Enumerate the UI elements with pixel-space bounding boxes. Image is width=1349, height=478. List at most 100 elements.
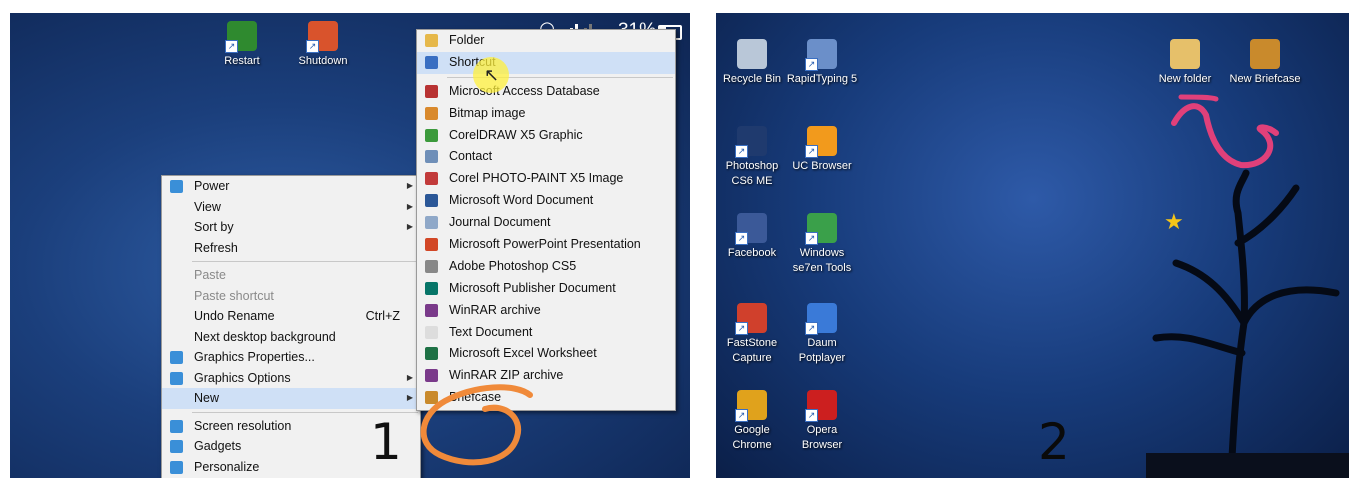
shortcut-icon xyxy=(425,55,438,69)
desktop-icon-faststone-capture[interactable]: ↗ FastStone Capture xyxy=(716,303,788,366)
new-submenu-item-microsoft-word-document[interactable]: Microsoft Word Document xyxy=(417,190,675,212)
text-icon xyxy=(425,325,438,339)
context-menu-item-refresh[interactable]: Refresh xyxy=(162,238,420,259)
context-menu-item-undo-rename[interactable]: Undo Rename Ctrl+Z xyxy=(162,306,420,327)
desktop-icon-label: Restart xyxy=(224,55,260,67)
new-submenu-item-microsoft-excel-worksheet[interactable]: Microsoft Excel Worksheet xyxy=(417,343,675,365)
facebook-icon: ↗ xyxy=(735,213,767,245)
menu-separator xyxy=(192,261,418,262)
recycle-bin-icon xyxy=(737,39,767,69)
publisher-icon xyxy=(425,281,438,295)
photopaint-icon xyxy=(425,172,438,186)
chrome-icon: ↗ xyxy=(735,390,767,422)
power-icon: ↗ xyxy=(306,21,338,53)
new-submenu-item-corel-photo-paint-x5-image[interactable]: Corel PHOTO-PAINT X5 Image xyxy=(417,168,675,190)
menu-item-label: Bitmap image xyxy=(449,105,526,120)
desktop-icon-label: Photoshop CS6 ME xyxy=(725,160,779,187)
desktop-icon-label: Recycle Bin xyxy=(722,73,782,85)
context-menu-item-view[interactable]: View ▶ xyxy=(162,197,420,218)
new-submenu-item-contact[interactable]: Contact xyxy=(417,146,675,168)
menu-item-label: View xyxy=(194,199,221,214)
photoshop-icon: ↗ xyxy=(735,126,767,158)
personalize-icon xyxy=(170,460,183,474)
desktop-icon-label: New Briefcase xyxy=(1229,73,1301,85)
desktop-icon-new-folder[interactable]: New folder xyxy=(1149,39,1221,87)
context-menu-item-graphics-options[interactable]: Graphics Options ▶ xyxy=(162,368,420,389)
opera-icon: ↗ xyxy=(805,390,837,422)
folder-icon xyxy=(425,34,438,47)
desktop-icon-opera-browser[interactable]: ↗ Opera Browser xyxy=(786,390,858,453)
new-submenu-item-coreldraw-x5-graphic[interactable]: CorelDRAW X5 Graphic xyxy=(417,125,675,147)
desktop-icon-google-chrome[interactable]: ↗ Google Chrome xyxy=(716,390,788,453)
desktop-icon-windows-se7en-tools[interactable]: ↗ Windows se7en Tools xyxy=(786,213,858,276)
context-menu-item-sort-by[interactable]: Sort by ▶ xyxy=(162,217,420,238)
context-menu-item-power[interactable]: Power ▶ xyxy=(162,176,420,197)
desktop-icon-label: Shutdown xyxy=(298,55,348,67)
new-submenu-item-microsoft-powerpoint-presentation[interactable]: Microsoft PowerPoint Presentation xyxy=(417,234,675,256)
menu-item-label: Corel PHOTO-PAINT X5 Image xyxy=(449,171,624,186)
desktop-icon-label: Daum Potplayer xyxy=(798,337,846,364)
menu-item-label: New xyxy=(194,391,220,405)
menu-item-label: Paste shortcut xyxy=(194,288,274,303)
star-icon: ★ xyxy=(1164,209,1184,234)
desktop-icon-label: New folder xyxy=(1158,73,1212,85)
desktop-icon-new-briefcase[interactable]: New Briefcase xyxy=(1229,39,1301,87)
desktop-icon-label: UC Browser xyxy=(792,160,852,172)
context-menu-item-graphics-properties[interactable]: Graphics Properties... xyxy=(162,347,420,368)
graphics-icon xyxy=(170,351,183,364)
desktop-icon-label: Google Chrome xyxy=(732,424,772,451)
shortcut-arrow-icon: ↗ xyxy=(735,322,748,335)
menu-item-label: Microsoft Word Document xyxy=(449,193,594,208)
graphics-icon xyxy=(170,371,183,385)
shortcut-arrow-icon: ↗ xyxy=(805,322,818,335)
menu-item-label: Microsoft Excel Worksheet xyxy=(449,346,597,361)
step-number: 2 xyxy=(1038,413,1070,471)
desktop-icon-facebook[interactable]: ↗ Facebook xyxy=(716,213,788,261)
new-submenu-item-folder[interactable]: Folder xyxy=(417,30,675,52)
menu-item-label: Refresh xyxy=(194,240,238,255)
journal-icon xyxy=(425,216,438,230)
briefcase-icon xyxy=(1250,39,1280,69)
potplayer-icon: ↗ xyxy=(805,303,837,335)
desktop-icon-recycle-bin[interactable]: Recycle Bin xyxy=(716,39,788,87)
new-submenu-item-journal-document[interactable]: Journal Document xyxy=(417,212,675,234)
desktop-icon-restart[interactable]: ↗ Restart xyxy=(206,21,278,69)
new-submenu-item-adobe-photoshop-cs5[interactable]: Adobe Photoshop CS5 xyxy=(417,256,675,278)
mouse-cursor-icon: ↖ xyxy=(484,65,500,85)
menu-item-label: Power xyxy=(194,179,230,193)
tree-icon: ↗ xyxy=(225,21,257,53)
desktop-icon-shutdown[interactable]: ↗ Shutdown xyxy=(287,21,359,69)
new-submenu-item-microsoft-access-database[interactable]: Microsoft Access Database xyxy=(417,81,675,103)
menu-item-label: Sort by xyxy=(194,220,234,234)
menu-item-label: Screen resolution xyxy=(194,418,292,433)
new-submenu-item-bitmap-image[interactable]: Bitmap image xyxy=(417,103,675,125)
desktop-icon-uc-browser[interactable]: ↗ UC Browser xyxy=(786,126,858,174)
context-menu-item-new[interactable]: New ▶ xyxy=(162,388,420,409)
word-icon xyxy=(425,194,438,208)
desktop-screenshot-1: ◠ 31% ↗ Restart ↗ Shutdown Power▶View▶So… xyxy=(10,13,690,478)
faststone-icon: ↗ xyxy=(735,303,767,335)
rapidtyping-icon: ↗ xyxy=(805,39,837,71)
menu-item-label: Gadgets xyxy=(194,439,242,453)
desktop-icon-daum-potplayer[interactable]: ↗ Daum Potplayer xyxy=(786,303,858,366)
new-submenu-item-text-document[interactable]: Text Document xyxy=(417,322,675,344)
power-settings-icon xyxy=(170,180,183,193)
submenu-arrow-icon: ▶ xyxy=(406,181,413,190)
menu-item-label: Folder xyxy=(449,33,485,47)
desktop-icon-photoshop-cs6-me[interactable]: ↗ Photoshop CS6 ME xyxy=(716,126,788,189)
new-submenu-item-microsoft-publisher-document[interactable]: Microsoft Publisher Document xyxy=(417,278,675,300)
new-submenu-item-winrar-archive[interactable]: WinRAR archive xyxy=(417,300,675,322)
menu-item-label: Graphics Properties... xyxy=(194,350,315,364)
desktop-icon-rapidtyping-5[interactable]: ↗ RapidTyping 5 xyxy=(786,39,858,87)
menu-item-label: Paste xyxy=(194,268,226,282)
shortcut-arrow-icon: ↗ xyxy=(805,409,818,422)
desktop-icon-label: Opera Browser xyxy=(801,424,843,451)
context-menu-item-paste: Paste xyxy=(162,265,420,286)
new-submenu-item-shortcut[interactable]: Shortcut xyxy=(417,51,675,74)
shortcut-arrow-icon: ↗ xyxy=(805,145,818,158)
menu-item-label: Undo Rename xyxy=(194,309,275,323)
shortcut-arrow-icon: ↗ xyxy=(735,409,748,422)
context-menu-item-next-desktop-background[interactable]: Next desktop background xyxy=(162,327,420,348)
submenu-arrow-icon: ▶ xyxy=(406,222,413,231)
menu-item-shortcut: Ctrl+Z xyxy=(365,309,400,323)
